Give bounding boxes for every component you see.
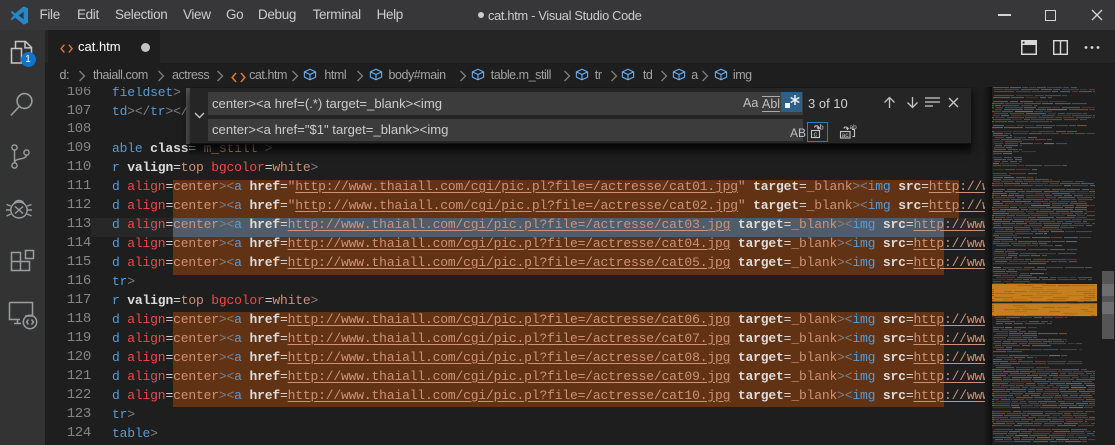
svg-text:ab: ab <box>850 124 858 131</box>
svg-text:ac: ac <box>842 132 850 139</box>
